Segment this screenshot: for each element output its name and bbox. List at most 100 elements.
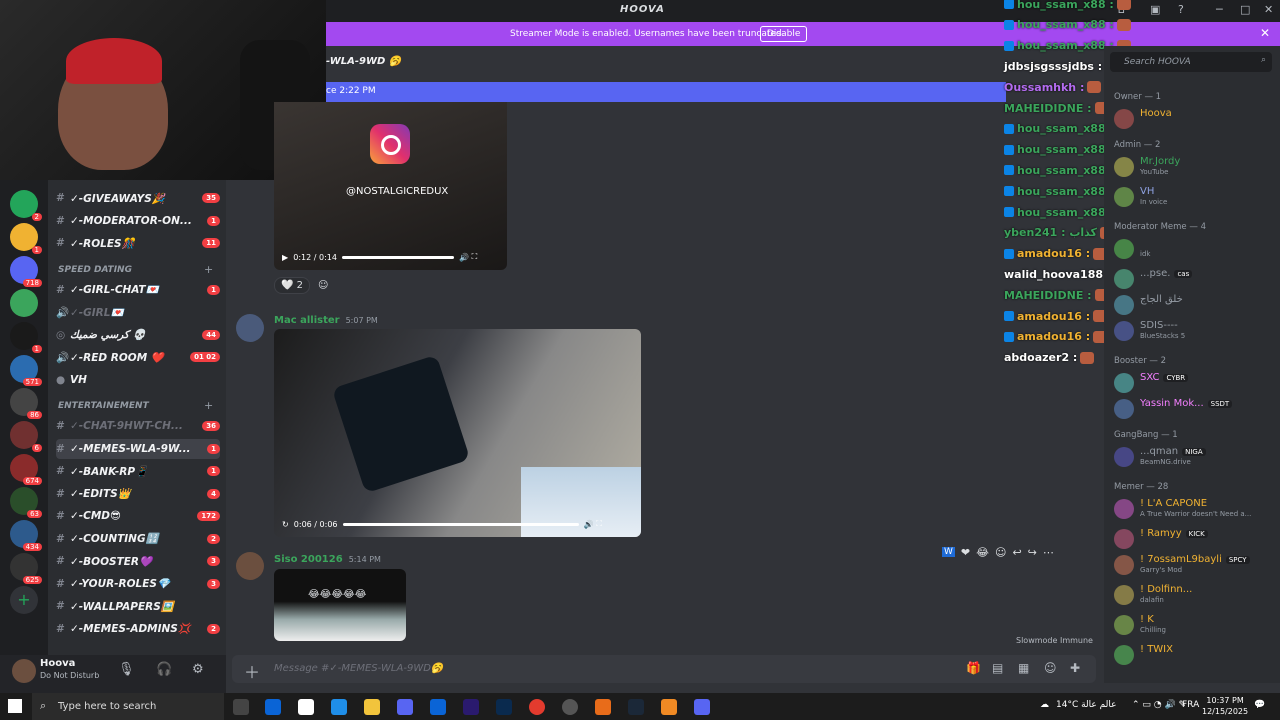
w-reaction-icon[interactable]: W (942, 547, 955, 557)
channel-item[interactable]: # ✓-GIRL-CHAT💌 1 (56, 280, 220, 300)
file-icon[interactable] (298, 699, 314, 715)
clock[interactable]: 10:37 PM 12/15/2025 (1202, 695, 1248, 717)
store-icon[interactable] (265, 699, 281, 715)
channel-item[interactable]: # ✓-CMD😎 172 (56, 506, 220, 526)
photoshop-icon[interactable] (496, 699, 512, 715)
add-server-icon[interactable]: + (10, 586, 38, 614)
obs-icon[interactable] (562, 699, 578, 715)
plus-icon[interactable]: ＋ (244, 659, 260, 683)
member-row[interactable]: VH In voice (1112, 184, 1276, 210)
server-icon[interactable] (10, 289, 38, 317)
language-indicator[interactable]: FRA (1182, 700, 1199, 710)
outlook-icon[interactable] (430, 699, 446, 715)
channel-item[interactable]: # ✓-COUNTING🔢 2 (56, 529, 220, 549)
video-attachment-1[interactable]: @NOSTALGICREDUX ▶ 0:12 / 0:14 🔊 ⛶ (274, 102, 507, 270)
heart-reaction[interactable]: 🤍 2 (274, 276, 311, 294)
video-progress[interactable] (342, 255, 455, 259)
image-attachment[interactable]: 😂😂😂😂😂 (274, 569, 406, 641)
message-author[interactable]: Siso 200126 5:14 PM (274, 554, 381, 565)
close-window-button[interactable]: ✕ (1264, 3, 1273, 16)
minimize-button[interactable]: ─ (1216, 3, 1223, 16)
chrome-icon[interactable] (529, 699, 545, 715)
message-author[interactable]: Mac allister 5:07 PM (274, 315, 378, 326)
close-icon[interactable]: ✕ (1260, 26, 1270, 40)
apps-icon[interactable]: ✚ (1070, 661, 1080, 675)
member-row[interactable]: Yassin Mok... SSDT (1112, 396, 1276, 422)
server-icon[interactable]: 674 (10, 454, 42, 485)
folder-icon[interactable] (364, 699, 380, 715)
sticker-icon[interactable]: ▦ (1018, 661, 1029, 675)
member-search[interactable]: Search HOOVA ⌕ (1110, 52, 1272, 72)
avatar[interactable] (236, 552, 264, 580)
microphone-icon[interactable]: 🎙 (118, 662, 135, 677)
member-row[interactable]: SXC CYBR (1112, 370, 1276, 396)
capcut-icon[interactable] (661, 699, 677, 715)
edge-icon[interactable] (331, 699, 347, 715)
channel-item[interactable]: # ✓-MEMES-ADMINS💢 2 (56, 619, 220, 639)
forward-icon[interactable]: ↪ (1028, 546, 1037, 559)
discord-icon[interactable] (694, 699, 710, 715)
taskbar-search-input[interactable]: Type here to search (58, 701, 156, 712)
replay-icon[interactable]: ↻ (282, 520, 289, 529)
channel-item[interactable]: # ✓-BANK-RP📱 1 (56, 461, 220, 481)
video-progress[interactable] (342, 522, 579, 526)
add-reaction-icon[interactable]: ☺ (318, 280, 328, 291)
server-icon[interactable]: 625 (10, 553, 42, 584)
channel-category[interactable]: ENTERTAINEMENT (58, 401, 149, 411)
gear-icon[interactable]: ⚙ (192, 662, 204, 677)
new-message-bar[interactable]: ce 2:22 PM (326, 82, 1006, 102)
server-icon[interactable]: 86 (10, 388, 42, 419)
reply-icon[interactable]: ↩ (1012, 546, 1021, 559)
volume-icon[interactable]: 🔊 (584, 520, 594, 529)
channel-item[interactable]: # ✓-YOUR-ROLES💎 3 (56, 574, 220, 594)
member-row[interactable]: idk (1112, 236, 1276, 262)
channel-item[interactable]: ● VH (56, 370, 220, 390)
weather-text[interactable]: 14°C عالم عالة (1056, 700, 1117, 710)
member-row[interactable]: Hoova (1112, 106, 1276, 132)
channel-item[interactable]: # ✓-WALLPAPERS🖼️ (56, 596, 220, 616)
member-row[interactable]: ! Dolfinn... dalafin (1112, 582, 1276, 608)
headset-icon[interactable]: 🎧 (156, 662, 172, 677)
notification-icon[interactable]: 💬 (1254, 700, 1265, 710)
help-icon[interactable]: ? (1178, 3, 1184, 16)
tray-icons[interactable]: ⌃ ▭ ◔ 🔊 ✎ (1132, 700, 1186, 710)
add-channel-icon[interactable]: + (204, 263, 213, 276)
weather-icon[interactable]: ☁ (1040, 700, 1049, 710)
channel-item[interactable]: # ✓-CHAT-9HWT-CH... 36 (56, 416, 220, 436)
channel-item[interactable]: # ✓-BOOSTER💜 3 (56, 551, 220, 571)
video-attachment-2[interactable]: ↻ 0:06 / 0:06 🔊 ⛶ (274, 329, 641, 537)
server-icon[interactable]: 2 (10, 190, 42, 221)
message-input[interactable]: Message #✓-MEMES-WLA-9WD🥱 (274, 663, 443, 674)
windows-start-icon[interactable] (8, 699, 22, 713)
avatar[interactable] (236, 314, 264, 342)
play-icon[interactable]: ▶ (282, 253, 288, 262)
member-row[interactable]: ! 7ossamL9bayli SPCY Garry's Mod (1112, 552, 1276, 578)
member-row[interactable]: ...pse. cas (1112, 266, 1276, 292)
channel-item[interactable]: ◎ كرسي ضميك 💀 44 (56, 325, 220, 345)
member-row[interactable]: Mr.Jordy YouTube (1112, 154, 1276, 180)
gif-icon[interactable]: ▤ (992, 661, 1003, 675)
server-icon[interactable]: 63 (10, 487, 42, 518)
server-icon[interactable]: 1 (10, 223, 42, 254)
server-icon[interactable]: 434 (10, 520, 42, 551)
member-row[interactable]: ! TWIX (1112, 642, 1276, 668)
member-row[interactable]: ...qman NIGA BeamNG.drive (1112, 444, 1276, 470)
message-composer[interactable]: ＋ Message #✓-MEMES-WLA-9WD🥱 🎁 ▤ ▦ ☺ ✚ (232, 655, 1096, 683)
laugh-icon[interactable]: 😂 (976, 546, 989, 559)
fullscreen-icon[interactable]: ⛶ (472, 252, 478, 262)
channel-item[interactable]: # ✓-MODERATOR-ON... 1 (56, 211, 220, 231)
discord-icon[interactable] (397, 699, 413, 715)
member-row[interactable]: SDIS---- BlueStacks 5 (1112, 318, 1276, 344)
member-row[interactable]: ! L'A CAPONE A True Warrior doesn't Need … (1112, 496, 1276, 522)
emoji-icon[interactable]: ☺ (1044, 661, 1057, 675)
channel-item[interactable]: # ✓-EDITS👑 4 (56, 484, 220, 504)
screen-icon[interactable]: ▣ (1150, 3, 1160, 16)
channel-item[interactable]: 🔊 ✓-GIRL💌 (56, 302, 220, 322)
member-row[interactable]: ! Ramyy KICK (1112, 526, 1276, 552)
add-reaction-icon[interactable]: ☺ (995, 546, 1006, 559)
disable-streamer-button[interactable]: Disable (760, 26, 808, 42)
fullscreen-icon[interactable]: ⛶ (596, 519, 602, 529)
search-input[interactable]: Search HOOVA (1124, 57, 1191, 67)
app-icon[interactable] (595, 699, 611, 715)
steam-icon[interactable] (628, 699, 644, 715)
